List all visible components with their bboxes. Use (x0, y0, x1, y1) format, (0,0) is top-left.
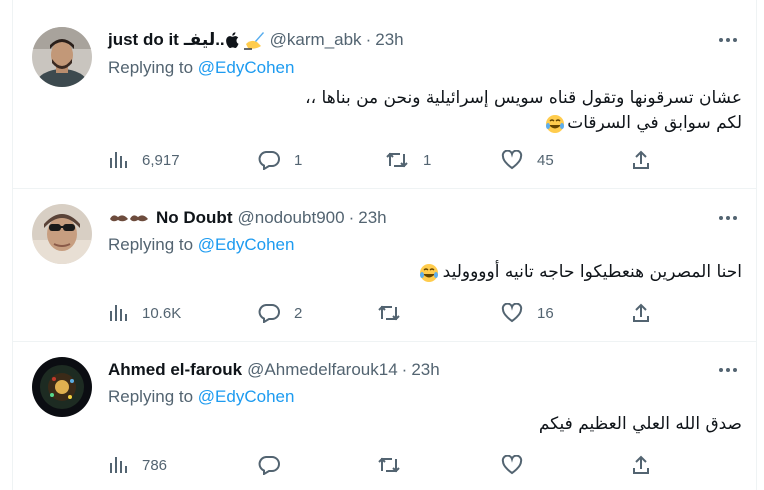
tweet-text-line: عشان تسرقونها وتقول قناه سويس إسرائيلية … (305, 88, 742, 108)
tweet-header: just do it ليفـ.. @karm_abk · 23h (108, 29, 404, 51)
retweet-count: 1 (423, 151, 432, 169)
tweet-header: No Doubt @nodoubt900 · 23h (108, 207, 387, 229)
views-icon (110, 152, 127, 168)
action-bar: 6,917 1 1 45 (108, 149, 668, 171)
share-icon (633, 150, 649, 169)
replying-to: Replying to @EdyCohen (108, 235, 294, 255)
reply-icon (258, 151, 280, 170)
username[interactable]: @Ahmedelfarouk14 (247, 360, 398, 380)
tweet-text: صدق الله العلي العظيم فيكم (539, 412, 742, 437)
views-button[interactable]: 6,917 (108, 149, 180, 171)
reply-button[interactable]: 2 (258, 302, 302, 324)
tears-of-joy-emoji-icon (419, 263, 438, 282)
timestamp[interactable]: 23h (411, 360, 439, 380)
writing-hand-icon (243, 32, 264, 50)
reply-count: 2 (294, 304, 303, 322)
separator-dot: · (401, 360, 408, 379)
replying-to: Replying to @EdyCohen (108, 387, 294, 407)
heart-icon (501, 455, 523, 475)
display-name[interactable]: just do it (108, 30, 179, 50)
views-count: 10.6K (142, 304, 182, 322)
tweet-text-line: لكم سوابق في السرقات (567, 113, 742, 133)
share-button[interactable] (631, 149, 651, 171)
views-button[interactable]: 10.6K (108, 302, 181, 324)
views-icon (110, 305, 127, 321)
share-button[interactable] (631, 302, 651, 324)
reply-button[interactable]: 1 (258, 149, 302, 171)
tweet-3[interactable]: Ahmed el-farouk @Ahmedelfarouk14 · 23h R… (13, 343, 756, 490)
retweet-button[interactable] (377, 454, 415, 476)
action-bar: 10.6K 2 16 (108, 302, 668, 324)
avatar[interactable] (32, 27, 92, 87)
replying-label: Replying to (108, 58, 194, 77)
mustache-emoji-icon (110, 215, 148, 222)
share-icon (633, 455, 649, 474)
reply-icon (258, 456, 280, 475)
username[interactable]: @karm_abk (270, 30, 362, 50)
views-button[interactable]: 786 (108, 454, 167, 476)
like-count: 16 (537, 304, 554, 322)
display-name[interactable]: Ahmed el-farouk (108, 360, 242, 380)
like-button[interactable]: 16 (501, 302, 554, 324)
like-count: 45 (537, 151, 554, 169)
reply-icon (258, 304, 280, 323)
retweet-button[interactable] (377, 302, 415, 324)
tweet-text: عشان تسرقونها وتقول قناه سويس إسرائيلية … (305, 86, 742, 136)
action-bar: 786 (108, 454, 668, 476)
retweet-icon (386, 152, 408, 168)
apple-icon (225, 32, 239, 48)
tweet-text-line: احنا المصرين هنعطيكوا حاجه تانيه أوووولي… (442, 262, 742, 282)
timestamp[interactable]: 23h (358, 208, 386, 228)
more-options-icon[interactable] (714, 207, 742, 229)
retweet-icon (378, 457, 400, 473)
replying-label: Replying to (108, 387, 194, 406)
like-button[interactable] (501, 454, 537, 476)
replying-to-link[interactable]: @EdyCohen (198, 235, 295, 254)
share-icon (633, 303, 649, 322)
username[interactable]: @nodoubt900 (237, 208, 344, 228)
tweet-text: احنا المصرين هنعطيكوا حاجه تانيه أوووولي… (419, 260, 742, 285)
tears-of-joy-emoji-icon (546, 114, 565, 133)
separator-dot: · (348, 208, 355, 227)
tweet-1[interactable]: just do it ليفـ.. @karm_abk · 23h Replyi… (13, 0, 756, 189)
timestamp[interactable]: 23h (375, 30, 403, 50)
share-button[interactable] (631, 454, 651, 476)
retweet-button[interactable]: 1 (385, 149, 431, 171)
tweet-header: Ahmed el-farouk @Ahmedelfarouk14 · 23h (108, 359, 440, 381)
display-name[interactable]: No Doubt (156, 208, 232, 228)
heart-icon (501, 303, 523, 323)
replying-label: Replying to (108, 235, 194, 254)
timeline-right-border (756, 0, 757, 490)
tweet-text-line: صدق الله العلي العظيم فيكم (538, 414, 742, 434)
avatar[interactable] (32, 204, 92, 264)
replying-to: Replying to @EdyCohen (108, 58, 294, 78)
replying-to-link[interactable]: @EdyCohen (198, 58, 295, 77)
reply-button[interactable] (258, 454, 294, 476)
replying-to-link[interactable]: @EdyCohen (198, 387, 295, 406)
avatar[interactable] (32, 357, 92, 417)
views-count: 786 (142, 456, 168, 474)
tweet-2[interactable]: No Doubt @nodoubt900 · 23h Replying to @… (13, 190, 756, 342)
more-options-icon[interactable] (714, 29, 742, 51)
views-icon (110, 457, 127, 473)
reply-count: 1 (294, 151, 303, 169)
display-name-extra: ليفـ.. (183, 30, 225, 49)
retweet-icon (378, 305, 400, 321)
views-count: 6,917 (142, 151, 180, 169)
more-options-icon[interactable] (714, 359, 742, 381)
like-button[interactable]: 45 (501, 149, 554, 171)
heart-icon (501, 150, 523, 170)
separator-dot: · (365, 30, 372, 49)
